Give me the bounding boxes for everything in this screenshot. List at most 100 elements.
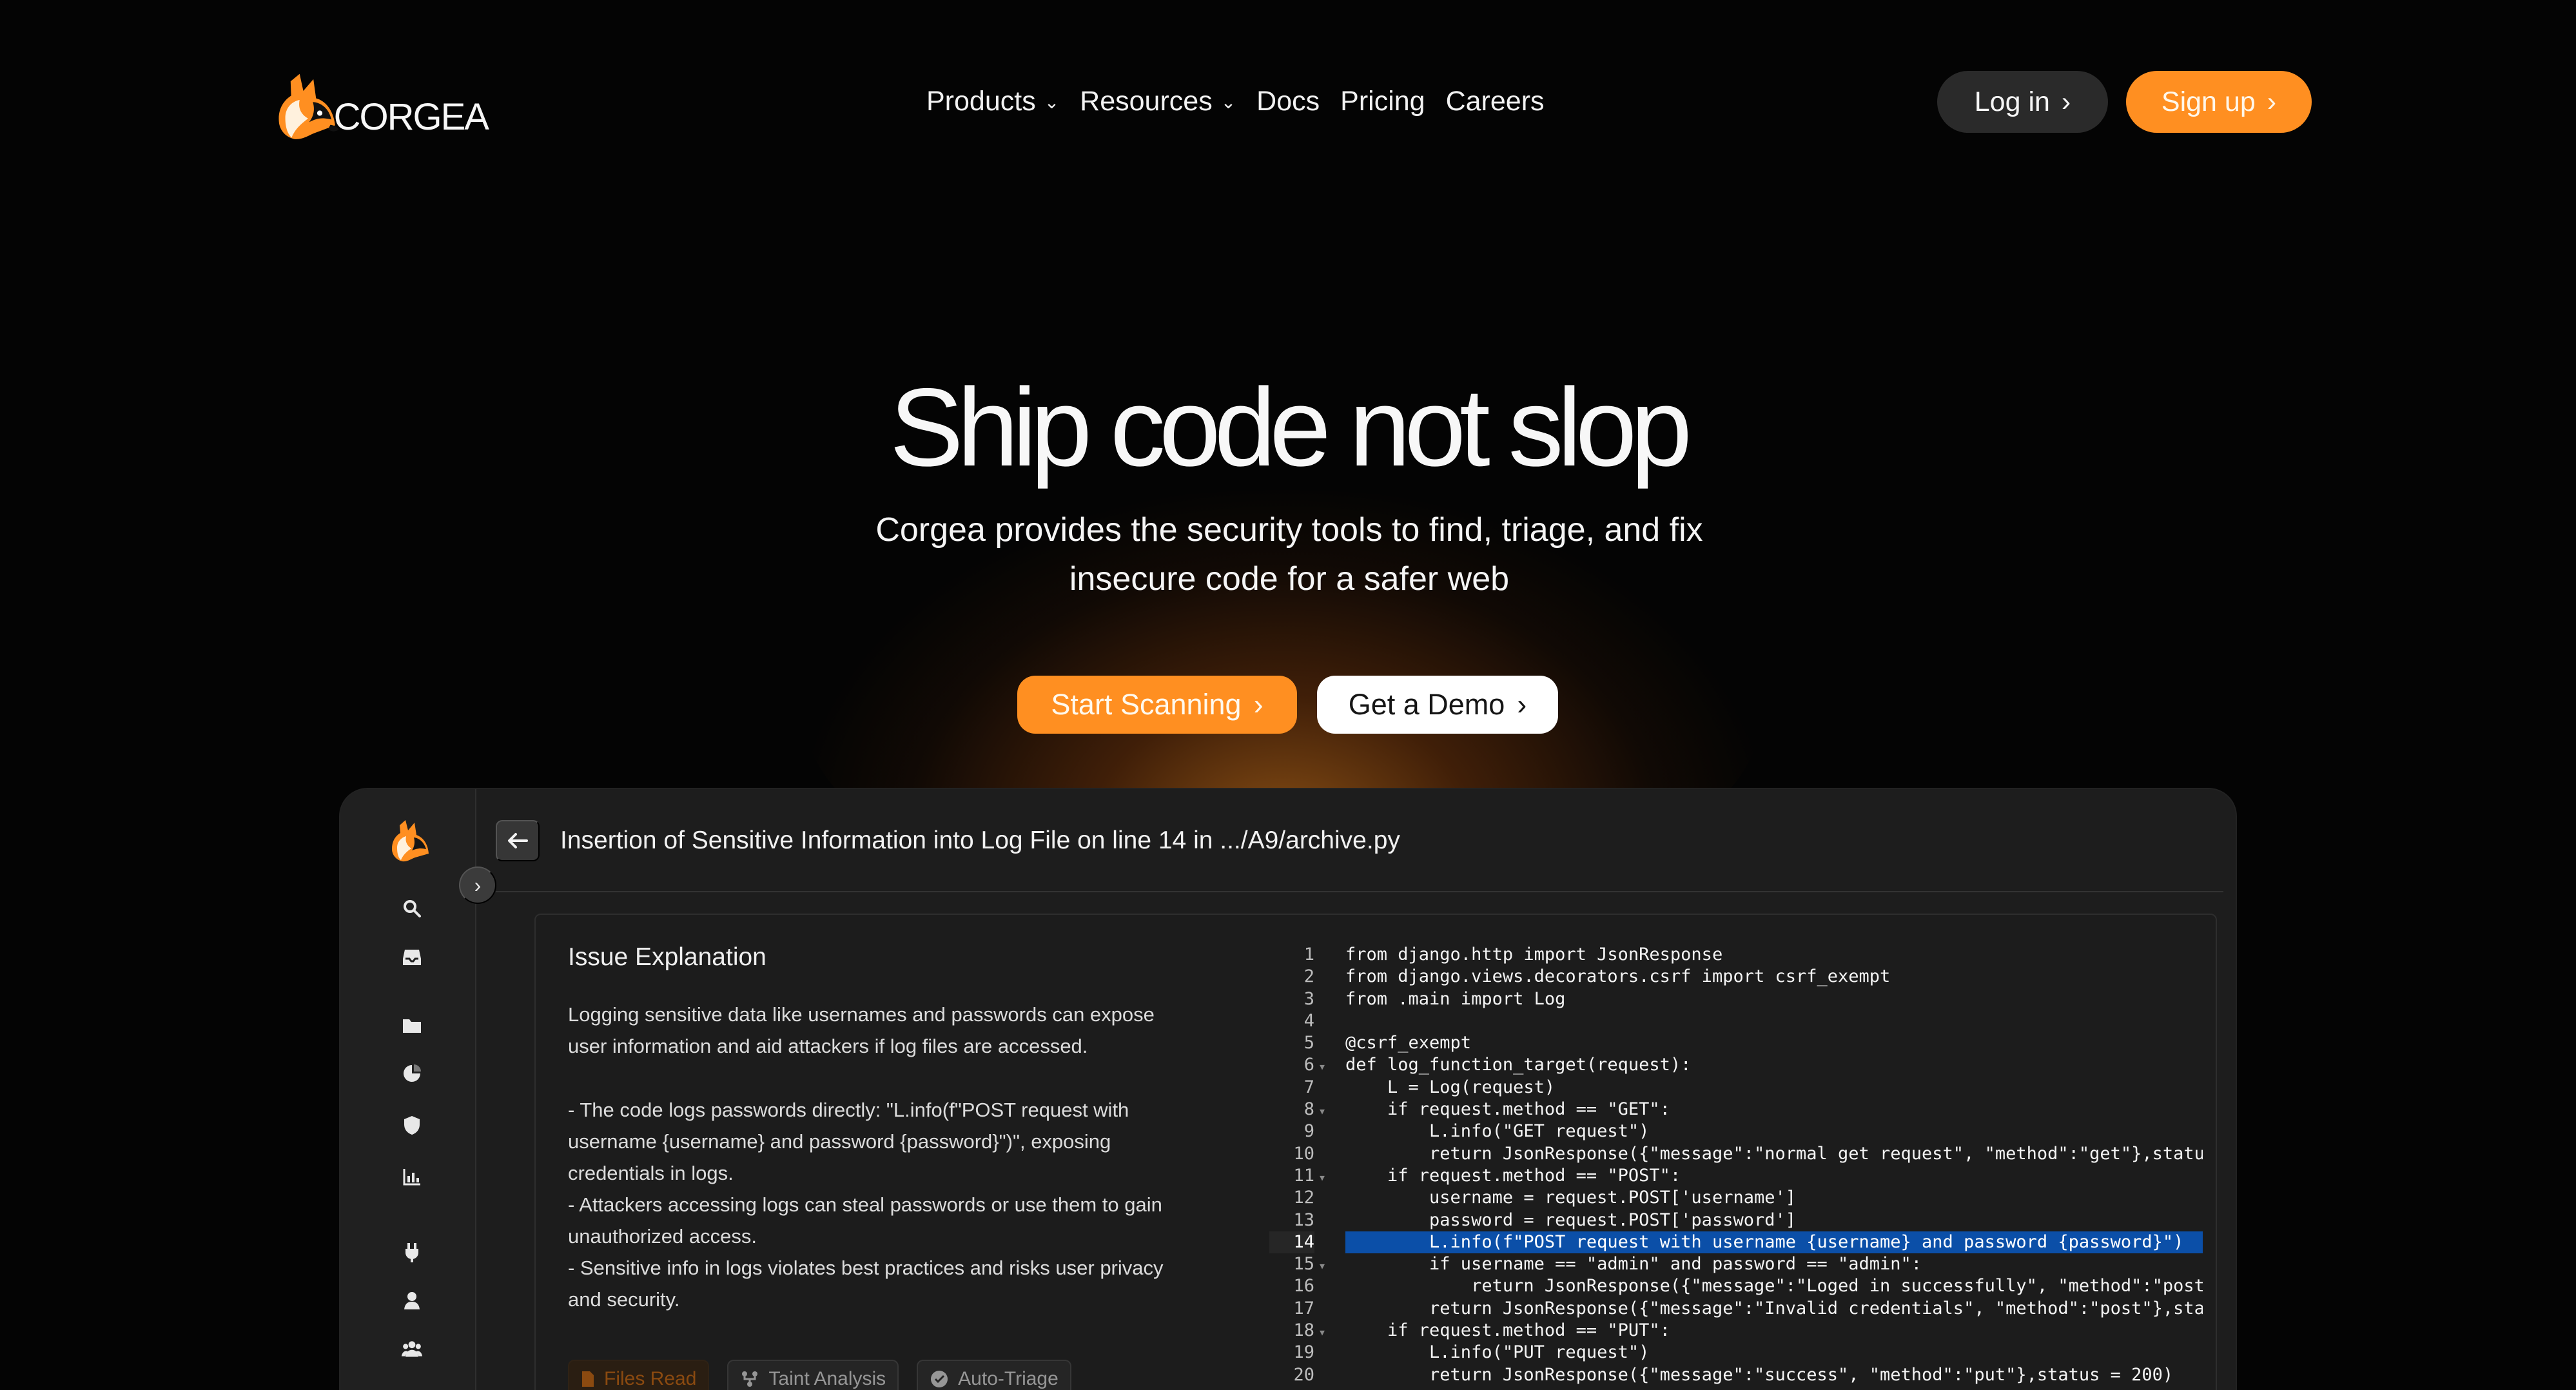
hero-subtitle: Corgea provides the security tools to fi…: [806, 505, 1773, 603]
code-line[interactable]: 12 username = request.POST['username']: [1269, 1187, 2204, 1209]
line-number: 18: [1293, 1320, 1314, 1341]
fold-chevron-icon[interactable]: ▾: [1318, 1166, 1326, 1188]
fold-chevron-icon[interactable]: ▾: [1318, 1321, 1326, 1343]
login-button[interactable]: Log in ›: [1937, 71, 2108, 133]
inbox-icon[interactable]: [401, 946, 423, 968]
code-line[interactable]: 6 ▾ def log_function_target(request):: [1269, 1054, 2204, 1076]
get-demo-label: Get a Demo: [1348, 688, 1505, 721]
explanation-line: - The code logs passwords directly: "L.i…: [568, 1099, 1129, 1121]
line-number: 15: [1293, 1254, 1314, 1275]
nav-resources[interactable]: Resources ⌄: [1080, 86, 1236, 117]
back-button[interactable]: [496, 820, 540, 861]
hero-subtitle-line: insecure code for a safer web: [1069, 560, 1510, 598]
corgi-logo-icon[interactable]: [389, 817, 430, 863]
nav-products[interactable]: Products ⌄: [926, 86, 1059, 117]
line-number: 12: [1293, 1188, 1314, 1208]
issue-explanation: Issue Explanation Logging sensitive data…: [568, 942, 1225, 1315]
file-icon: [582, 1371, 594, 1387]
check-circle-icon: [931, 1371, 948, 1387]
start-scanning-button[interactable]: Start Scanning ›: [1017, 676, 1297, 734]
user-icon[interactable]: [401, 1289, 423, 1311]
code-line[interactable]: 4: [1269, 1010, 2204, 1032]
chevron-down-icon: ⌄: [1044, 92, 1060, 112]
users-icon[interactable]: [401, 1338, 423, 1360]
pie-chart-icon[interactable]: [401, 1062, 423, 1084]
code-line[interactable]: 10 return JsonResponse({"message":"norma…: [1269, 1143, 2204, 1165]
corgea-app-preview: › Insertion of Sensitive Information int…: [339, 788, 2237, 1390]
code-text: if request.method == "POST":: [1345, 1165, 1681, 1186]
code-line[interactable]: 17 return JsonResponse({"message":"Inval…: [1269, 1298, 2204, 1320]
line-number: 1: [1303, 945, 1314, 964]
chevron-right-icon: ›: [2061, 86, 2071, 117]
auto-triage-label: Auto-Triage: [958, 1368, 1059, 1389]
line-number: 10: [1293, 1143, 1314, 1164]
code-line[interactable]: 13 password = request.POST['password']: [1269, 1209, 2204, 1231]
fold-chevron-icon[interactable]: ▾: [1318, 1055, 1326, 1077]
code-text: L.info(f"POST request with username {use…: [1345, 1231, 2203, 1254]
explanation-line: - Attackers accessing logs can steal pas…: [568, 1193, 1162, 1216]
code-line[interactable]: 18 ▾ if request.method == "PUT":: [1269, 1320, 2204, 1342]
code-text: return JsonResponse({"message":"success"…: [1345, 1364, 2174, 1385]
line-number: 5: [1303, 1033, 1314, 1053]
auto-triage-tab[interactable]: Auto-Triage: [917, 1360, 1071, 1390]
bar-chart-icon[interactable]: [401, 1166, 423, 1188]
code-line[interactable]: 7 L = Log(request): [1269, 1077, 2204, 1099]
corgea-logo-link[interactable]: CORGEA: [272, 62, 489, 150]
corgi-logo-icon: [278, 73, 339, 139]
highlighted-code-line[interactable]: 14 L.info(f"POST request with username {…: [1269, 1231, 2204, 1254]
code-text: if request.method == "PUT":: [1345, 1320, 1670, 1341]
code-text: username = request.POST['username']: [1345, 1188, 1796, 1208]
nav-docs-label: Docs: [1256, 85, 1320, 117]
files-read-tab[interactable]: Files Read: [568, 1360, 710, 1390]
code-line[interactable]: 3 from .main import Log: [1269, 988, 2204, 1010]
header-divider: [496, 891, 2223, 892]
code-viewer[interactable]: 1 from django.http import JsonResponse 2 fr…: [1269, 944, 2204, 1390]
nav-docs[interactable]: Docs: [1256, 86, 1320, 117]
sidebar-collapse-button[interactable]: ›: [459, 866, 496, 904]
shield-icon[interactable]: [401, 1114, 423, 1136]
line-number: 6: [1303, 1055, 1314, 1075]
fold-chevron-icon[interactable]: ▾: [1318, 1255, 1326, 1277]
line-number: 11: [1293, 1165, 1314, 1186]
taint-analysis-tab[interactable]: Taint Analysis: [727, 1360, 899, 1390]
search-icon[interactable]: [401, 897, 423, 919]
line-number: 7: [1303, 1077, 1314, 1097]
issue-header: Insertion of Sensitive Information into …: [496, 820, 2204, 861]
chevron-right-icon: ›: [1253, 688, 1264, 721]
code-text: password = request.POST['password']: [1345, 1209, 1796, 1230]
code-text: L = Log(request): [1345, 1077, 1556, 1097]
chevron-right-icon: ›: [2267, 86, 2277, 117]
code-line[interactable]: 8 ▾ if request.method == "GET":: [1269, 1099, 2204, 1121]
code-line[interactable]: 11 ▾ if request.method == "POST":: [1269, 1165, 2204, 1187]
folder-icon[interactable]: [401, 1014, 423, 1036]
signup-button[interactable]: Sign up ›: [2126, 71, 2312, 133]
code-text: @csrf_exempt: [1345, 1033, 1472, 1053]
nav-pricing[interactable]: Pricing: [1340, 86, 1425, 117]
files-read-label: Files Read: [604, 1368, 697, 1389]
plug-icon[interactable]: [401, 1241, 423, 1263]
code-line[interactable]: 16 return JsonResponse({"message":"Loged…: [1269, 1275, 2204, 1297]
line-number: 3: [1303, 988, 1314, 1009]
code-line[interactable]: 9 L.info("GET request"): [1269, 1121, 2204, 1142]
get-demo-button[interactable]: Get a Demo ›: [1317, 676, 1558, 734]
code-line[interactable]: 2 from django.views.decorators.csrf impor…: [1269, 966, 2204, 988]
explanation-line: unauthorized access.: [568, 1225, 757, 1248]
fold-chevron-icon[interactable]: ▾: [1318, 1100, 1326, 1122]
code-text: from .main import Log: [1345, 988, 1566, 1009]
issue-details-panel: Issue Explanation Logging sensitive data…: [534, 914, 2217, 1390]
nav-pricing-label: Pricing: [1340, 85, 1425, 117]
signup-label: Sign up: [2161, 86, 2256, 117]
code-line[interactable]: 20 return JsonResponse({"message":"succe…: [1269, 1364, 2204, 1386]
code-text: L.info("GET request"): [1345, 1121, 1650, 1142]
code-line[interactable]: 15 ▾ if username == "admin" and password …: [1269, 1253, 2204, 1275]
start-scanning-label: Start Scanning: [1051, 688, 1242, 721]
code-text: if request.method == "GET":: [1345, 1099, 1670, 1120]
nav-careers-label: Careers: [1445, 85, 1545, 117]
code-line[interactable]: 5 @csrf_exempt: [1269, 1032, 2204, 1054]
hero-title: Ship code not slop: [889, 366, 1692, 490]
code-line[interactable]: 19 L.info("PUT request"): [1269, 1342, 2204, 1364]
code-text: return JsonResponse({"message":"Invalid …: [1345, 1298, 2203, 1318]
nav-careers[interactable]: Careers: [1446, 86, 1545, 117]
code-line[interactable]: 1 from django.http import JsonResponse: [1269, 944, 2204, 966]
